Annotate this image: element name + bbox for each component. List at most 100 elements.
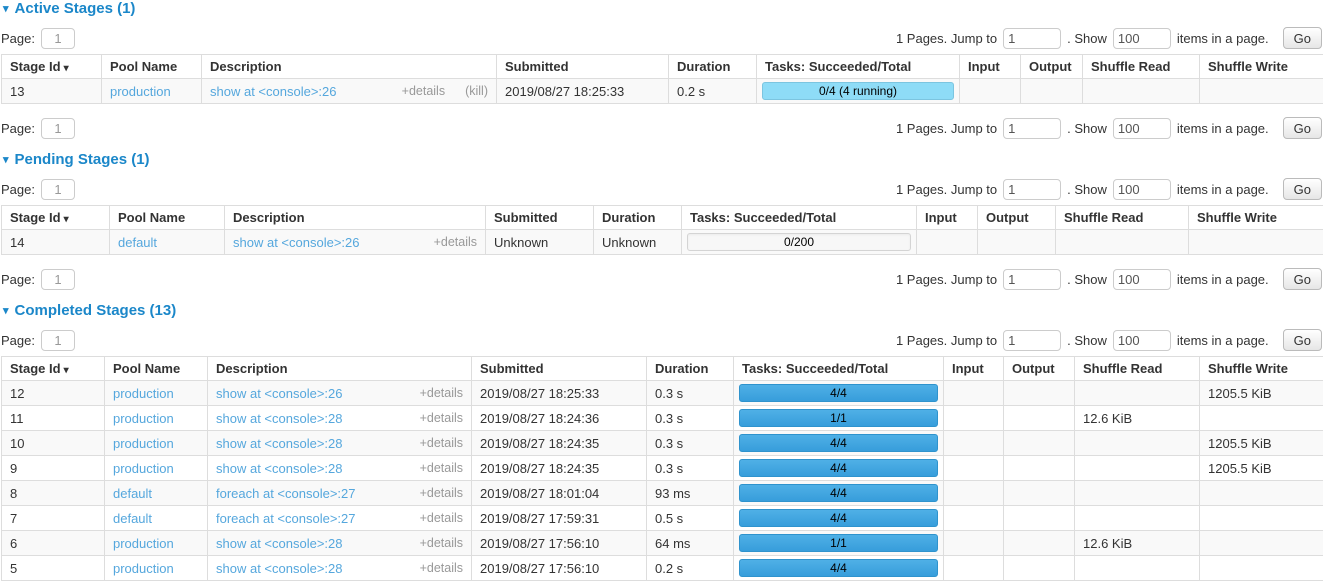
col-header-output[interactable]: Output (978, 206, 1056, 230)
col-header-submitted[interactable]: Submitted (486, 206, 594, 230)
page-input[interactable] (41, 330, 75, 351)
show-label: . Show (1067, 121, 1107, 136)
details-toggle[interactable]: +details (420, 511, 463, 525)
col-header-pool-name[interactable]: Pool Name (110, 206, 225, 230)
description-cell: show at <console>:28 +details (208, 456, 472, 481)
description-link[interactable]: foreach at <console>:27 (216, 511, 356, 526)
page-input[interactable] (41, 179, 75, 200)
col-header-submitted[interactable]: Submitted (472, 357, 647, 381)
page-input[interactable] (41, 269, 75, 290)
description-link[interactable]: show at <console>:26 (210, 84, 336, 99)
col-header-stage-id[interactable]: Stage Id▾ (2, 206, 110, 230)
kill-link[interactable]: (kill) (465, 84, 488, 98)
col-header-duration[interactable]: Duration (647, 357, 734, 381)
pool-name-link[interactable]: default (118, 235, 157, 250)
col-header-shuffle-write[interactable]: Shuffle Write (1200, 357, 1323, 381)
col-header-tasks-succeeded-total[interactable]: Tasks: Succeeded/Total (757, 55, 960, 79)
details-toggle[interactable]: +details (420, 486, 463, 500)
description-link[interactable]: show at <console>:26 (233, 235, 359, 250)
pending-stages-header[interactable]: ▾Pending Stages (1) (3, 152, 1322, 168)
jump-to-page-input[interactable] (1003, 118, 1061, 139)
col-header-input[interactable]: Input (960, 55, 1021, 79)
col-header-stage-id[interactable]: Stage Id▾ (2, 55, 102, 79)
col-header-description[interactable]: Description (208, 357, 472, 381)
show-items-input[interactable] (1113, 330, 1171, 351)
header-row: Stage Id▾Pool NameDescriptionSubmittedDu… (2, 357, 1323, 381)
pool-name-link[interactable]: production (113, 561, 174, 576)
jump-to-page-input[interactable] (1003, 269, 1061, 290)
go-button[interactable]: Go (1283, 268, 1322, 290)
pages-count-text: 1 Pages. Jump to (896, 182, 997, 197)
details-toggle[interactable]: +details (420, 386, 463, 400)
pool-name-link[interactable]: production (113, 411, 174, 426)
go-button[interactable]: Go (1283, 178, 1322, 200)
active-stages-header[interactable]: ▾Active Stages (1) (3, 1, 1322, 17)
shuffle-read-cell (1056, 230, 1189, 255)
pool-name-link[interactable]: default (113, 486, 152, 501)
col-header-description[interactable]: Description (225, 206, 486, 230)
col-header-duration[interactable]: Duration (669, 55, 757, 79)
col-header-shuffle-read[interactable]: Shuffle Read (1083, 55, 1200, 79)
page-input[interactable] (41, 28, 75, 49)
sort-desc-icon: ▾ (64, 214, 69, 225)
go-button[interactable]: Go (1283, 27, 1322, 49)
show-items-input[interactable] (1113, 118, 1171, 139)
col-header-shuffle-write[interactable]: Shuffle Write (1200, 55, 1323, 79)
col-header-stage-id[interactable]: Stage Id▾ (2, 357, 105, 381)
description-link[interactable]: foreach at <console>:27 (216, 486, 356, 501)
stage-row-5: 5productionshow at <console>:28+details2… (2, 556, 1323, 581)
description-link[interactable]: show at <console>:28 (216, 411, 342, 426)
go-button[interactable]: Go (1283, 329, 1322, 351)
task-progress-bar: 0/4 (4 running) (762, 82, 954, 100)
pool-name-cell: production (105, 406, 208, 431)
details-toggle[interactable]: +details (420, 436, 463, 450)
col-header-input[interactable]: Input (944, 357, 1004, 381)
description-link[interactable]: show at <console>:28 (216, 436, 342, 451)
go-button[interactable]: Go (1283, 117, 1322, 139)
col-header-duration[interactable]: Duration (594, 206, 682, 230)
pool-name-link[interactable]: production (113, 386, 174, 401)
col-header-input[interactable]: Input (917, 206, 978, 230)
col-header-pool-name[interactable]: Pool Name (102, 55, 202, 79)
details-toggle[interactable]: +details (420, 561, 463, 575)
description-link[interactable]: show at <console>:26 (216, 386, 342, 401)
col-header-shuffle-read[interactable]: Shuffle Read (1075, 357, 1200, 381)
col-header-description[interactable]: Description (202, 55, 497, 79)
col-header-submitted[interactable]: Submitted (497, 55, 669, 79)
output-cell (1004, 481, 1075, 506)
pool-name-link[interactable]: default (113, 511, 152, 526)
completed-stages-header[interactable]: ▾Completed Stages (13) (3, 303, 1322, 319)
jump-to-page-input[interactable] (1003, 28, 1061, 49)
pool-name-link[interactable]: production (113, 436, 174, 451)
description-link[interactable]: show at <console>:28 (216, 561, 342, 576)
stage-id-cell: 14 (2, 230, 110, 255)
details-toggle[interactable]: +details (420, 411, 463, 425)
show-items-input[interactable] (1113, 179, 1171, 200)
col-header-output[interactable]: Output (1004, 357, 1075, 381)
details-toggle[interactable]: +details (420, 461, 463, 475)
description-link[interactable]: show at <console>:28 (216, 536, 342, 551)
col-header-shuffle-read[interactable]: Shuffle Read (1056, 206, 1189, 230)
section-completed-stages: ▾Completed Stages (13)Page:1 Pages. Jump… (1, 303, 1322, 581)
description-link[interactable]: show at <console>:28 (216, 461, 342, 476)
jump-to-page-input[interactable] (1003, 330, 1061, 351)
active-stages-title: Active Stages (1) (15, 1, 136, 17)
duration-cell: 0.3 s (647, 431, 734, 456)
pool-name-link[interactable]: production (113, 536, 174, 551)
page-input[interactable] (41, 118, 75, 139)
col-header-output[interactable]: Output (1021, 55, 1083, 79)
col-header-shuffle-write[interactable]: Shuffle Write (1189, 206, 1323, 230)
col-header-pool-name[interactable]: Pool Name (105, 357, 208, 381)
jump-to-page-input[interactable] (1003, 179, 1061, 200)
show-items-input[interactable] (1113, 269, 1171, 290)
col-header-tasks-succeeded-total[interactable]: Tasks: Succeeded/Total (734, 357, 944, 381)
input-cell (944, 506, 1004, 531)
col-header-tasks-succeeded-total[interactable]: Tasks: Succeeded/Total (682, 206, 917, 230)
show-items-input[interactable] (1113, 28, 1171, 49)
submitted-cell: Unknown (486, 230, 594, 255)
details-toggle[interactable]: +details (420, 536, 463, 550)
details-toggle[interactable]: +details (402, 84, 445, 98)
pool-name-link[interactable]: production (110, 84, 171, 99)
details-toggle[interactable]: +details (434, 235, 477, 249)
pool-name-link[interactable]: production (113, 461, 174, 476)
